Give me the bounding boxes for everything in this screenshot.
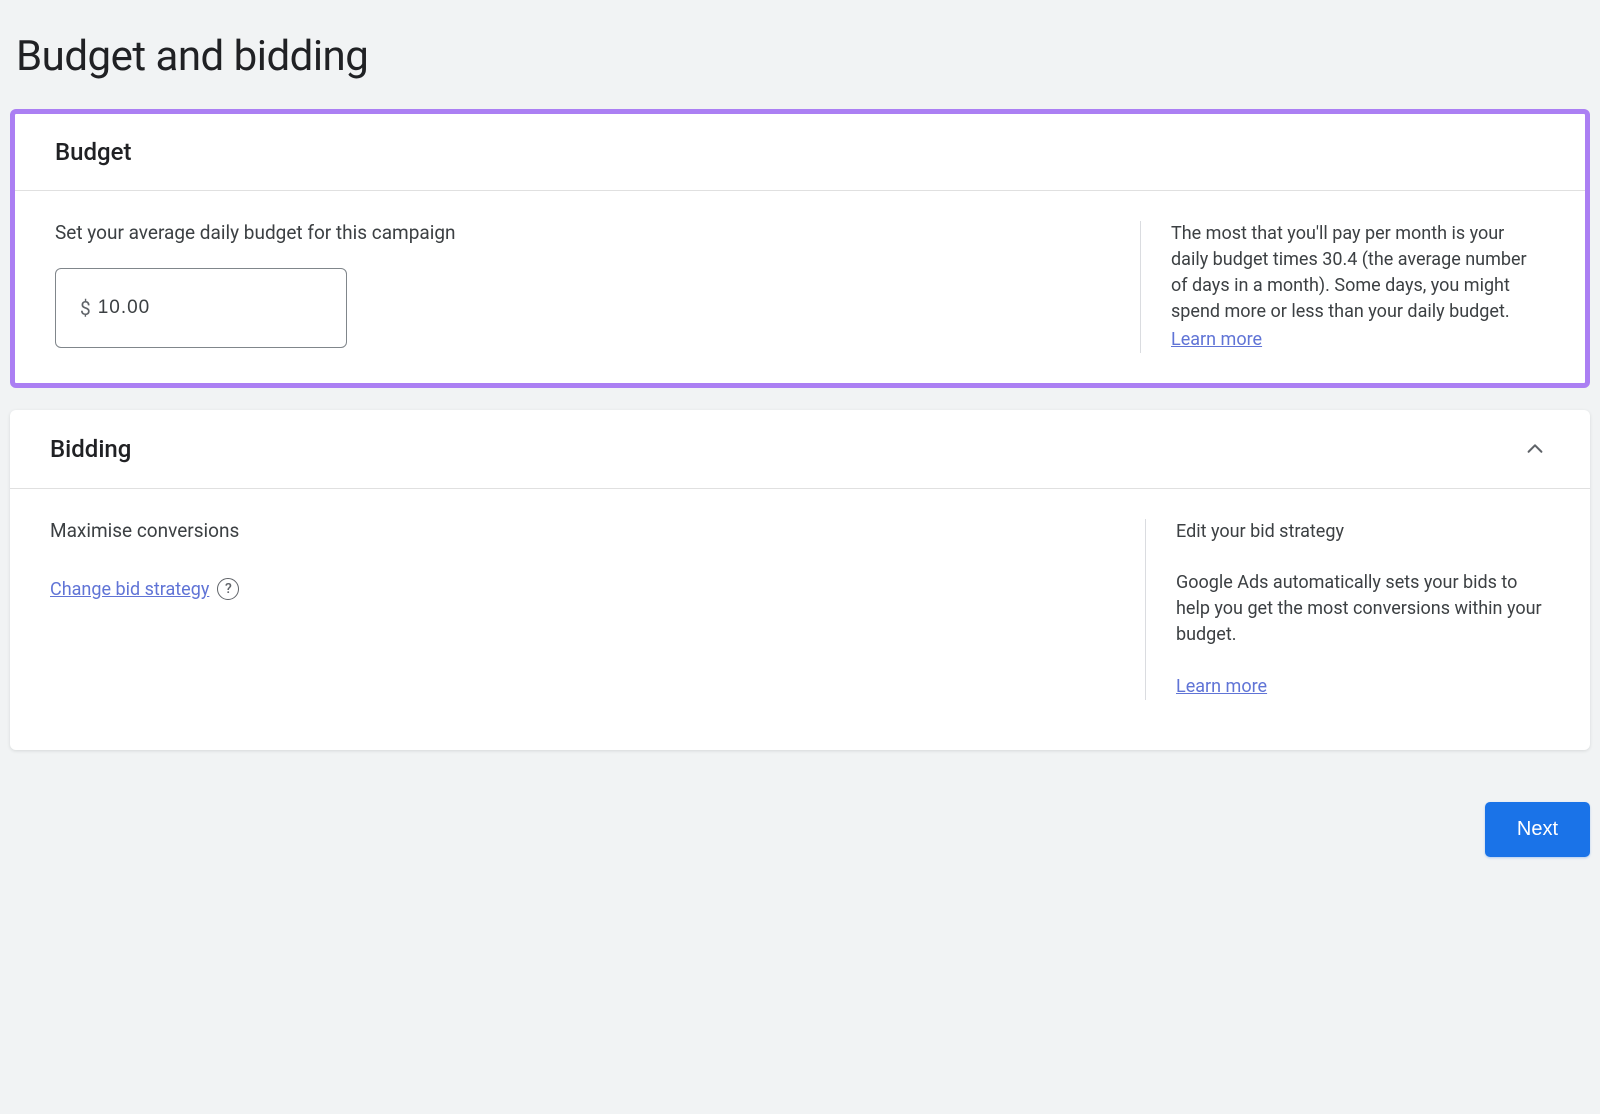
current-bid-strategy: Maximise conversions <box>50 519 1115 542</box>
budget-heading: Budget <box>55 138 131 166</box>
budget-card-body: Set your average daily budget for this c… <box>15 191 1585 383</box>
bidding-card: Bidding Maximise conversions Change bid … <box>10 410 1590 749</box>
next-button[interactable]: Next <box>1485 802 1590 857</box>
bidding-right-para: Google Ads automatically sets your bids … <box>1176 570 1550 648</box>
bidding-right-info: Edit your bid strategy Google Ads automa… <box>1145 519 1550 699</box>
budget-instruction: Set your average daily budget for this c… <box>55 221 1110 244</box>
budget-left: Set your average daily budget for this c… <box>55 221 1140 353</box>
page-title: Budget and bidding <box>10 10 1590 109</box>
budget-card-header: Budget <box>15 114 1585 191</box>
bidding-card-body: Maximise conversions Change bid strategy… <box>10 489 1590 749</box>
budget-card: Budget Set your average daily budget for… <box>10 109 1590 388</box>
budget-learn-more-link[interactable]: Learn more <box>1171 327 1262 353</box>
budget-info-text: The most that you'll pay per month is yo… <box>1171 223 1527 322</box>
bidding-learn-more-link[interactable]: Learn more <box>1176 674 1267 700</box>
currency-symbol: $ <box>80 297 92 320</box>
help-icon[interactable]: ? <box>217 578 239 600</box>
change-bid-strategy-link[interactable]: Change bid strategy <box>50 579 209 600</box>
chevron-up-icon[interactable] <box>1520 434 1550 464</box>
change-bid-row: Change bid strategy ? <box>50 578 239 600</box>
bidding-heading: Bidding <box>50 435 131 463</box>
budget-input[interactable] <box>98 297 322 319</box>
bidding-right-heading: Edit your bid strategy <box>1176 519 1550 545</box>
footer: Next <box>10 772 1590 857</box>
bidding-left: Maximise conversions Change bid strategy… <box>50 519 1145 699</box>
budget-right-info: The most that you'll pay per month is yo… <box>1140 221 1545 353</box>
bidding-card-header: Bidding <box>10 410 1590 489</box>
budget-input-wrap[interactable]: $ <box>55 268 347 348</box>
